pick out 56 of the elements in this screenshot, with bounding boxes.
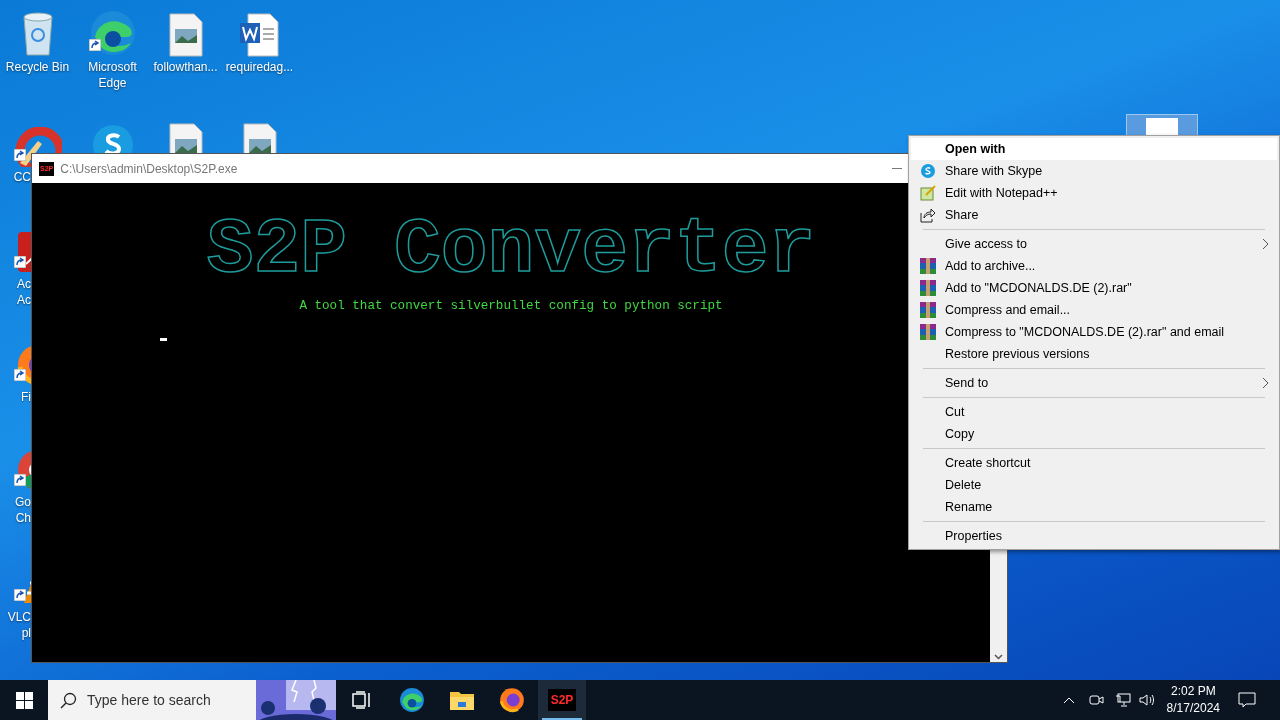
s2p-app-icon: S2P (547, 689, 577, 711)
taskbar-app[interactable]: S2P (538, 680, 586, 720)
notepad-icon (920, 185, 936, 201)
window-title: C:\Users\admin\Desktop\S2P.exe (60, 160, 238, 178)
network-icon[interactable] (1114, 693, 1131, 707)
search-field[interactable]: Type here to search (48, 680, 336, 720)
windows-icon (15, 691, 33, 709)
archive-icon (920, 258, 936, 274)
menu-item[interactable]: Share (911, 204, 1277, 226)
chevron-up-icon[interactable] (1062, 696, 1075, 704)
menu-item[interactable]: Edit with Notepad++ (911, 182, 1277, 204)
menu-item[interactable]: Send to (911, 372, 1277, 394)
minimize-icon[interactable] (892, 167, 902, 170)
clock[interactable]: 2:02 PM 8/17/2024 (1166, 683, 1220, 717)
desktop-icon-label[interactable]: requiredag... (225, 59, 294, 75)
desktop-icon-label[interactable]: VLC pl (0, 609, 31, 641)
desktop-icon-label[interactable]: Fi (0, 389, 31, 405)
menu-item[interactable]: Give access to (911, 233, 1277, 255)
notifications-icon[interactable] (1238, 692, 1256, 708)
browser-icon (399, 687, 425, 713)
menu-item[interactable]: Restore previous versions (911, 343, 1277, 365)
menu-item[interactable]: Compress and email... (911, 299, 1277, 321)
chevron-down-icon[interactable] (994, 654, 1003, 660)
menu-item[interactable]: Compress to "MCDONALDS.DE (2).rar" and email (911, 321, 1277, 343)
archive-icon (920, 324, 936, 340)
search-icon (60, 691, 77, 709)
menu-item[interactable]: Delete (911, 474, 1277, 496)
task-view-icon (352, 691, 372, 709)
menu-item[interactable]: Add to "MCDONALDS.DE (2).rar" (911, 277, 1277, 299)
selected-file-icon[interactable] (1126, 114, 1198, 138)
archive-icon (920, 302, 936, 318)
desktop-icon-label[interactable]: Go Ch (0, 494, 31, 526)
menu-item[interactable]: Copy (911, 423, 1277, 445)
skype-icon (921, 164, 935, 178)
desktop-icon-label[interactable]: followthan... (153, 59, 218, 75)
browser-icon (88, 9, 137, 57)
desktop-icon-label[interactable]: CC (0, 169, 31, 185)
desktop-icon-label[interactable]: Recycle Bin (5, 59, 70, 75)
banner-title: S2P Converter (206, 205, 816, 295)
desktop-icon-label[interactable]: Microsoft Edge (88, 59, 137, 91)
menu-item[interactable]: Open with (911, 138, 1277, 160)
menu-item[interactable]: Create shortcut (911, 452, 1277, 474)
firefox-icon (499, 687, 525, 713)
subtitle-text: A tool that convert silverbullet config to python script (299, 298, 723, 315)
menu-item[interactable]: Properties (911, 525, 1277, 547)
desktop-icon-label[interactable]: Ac Ac (0, 276, 31, 308)
archive-icon (920, 280, 936, 296)
camera-icon[interactable] (1088, 693, 1105, 707)
menu-item[interactable]: Rename (911, 496, 1277, 518)
menu-item[interactable]: Cut (911, 401, 1277, 423)
menu-item[interactable]: Add to archive... (911, 255, 1277, 277)
folder-icon (450, 690, 474, 710)
text-cursor (160, 338, 167, 341)
volume-icon[interactable] (1138, 693, 1155, 707)
share-icon (920, 207, 936, 223)
menu-item[interactable]: Share with Skype (911, 160, 1277, 182)
